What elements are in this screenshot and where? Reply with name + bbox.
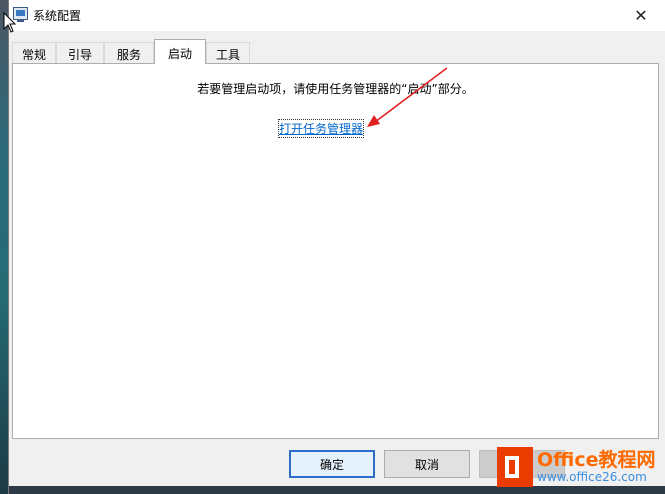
tab-startup[interactable]: 启动 [154,39,206,64]
close-icon: ✕ [634,6,648,25]
tab-tools[interactable]: 工具 [206,42,250,63]
tab-general[interactable]: 常规 [12,42,56,63]
tab-label: 工具 [215,48,240,62]
system-config-window: 系统配置 ✕ 常规 引导 服务 启动 工具 若要管理启动项，请使用任务管理器的“… [3,0,665,494]
mouse-cursor-icon [3,12,17,33]
close-button[interactable]: ✕ [619,0,663,31]
cancel-button[interactable]: 取消 [384,450,470,478]
tab-label: 常规 [21,48,46,62]
desktop-background [0,0,8,494]
tab-services[interactable]: 服务 [104,42,154,63]
tab-label: 服务 [116,48,141,62]
tab-label: 启动 [167,47,192,61]
tab-boot[interactable]: 引导 [56,42,104,63]
office-logo-icon [497,447,533,487]
startup-panel: 若要管理启动项，请使用任务管理器的“启动”部分。 打开任务管理器 [12,63,659,439]
tab-label: 引导 [67,48,92,62]
watermark-url: www.office26.com [537,469,647,484]
watermark-title: Office教程网 [537,448,656,471]
window-title: 系统配置 [33,9,82,23]
startup-info-text: 若要管理启动项，请使用任务管理器的“启动”部分。 [197,82,474,96]
ok-button[interactable]: 确定 [289,450,375,478]
watermark: Office教程网 www.office26.com [497,443,663,491]
title-bar[interactable]: 系统配置 ✕ [9,0,665,31]
open-task-manager-link[interactable]: 打开任务管理器 [277,119,365,138]
